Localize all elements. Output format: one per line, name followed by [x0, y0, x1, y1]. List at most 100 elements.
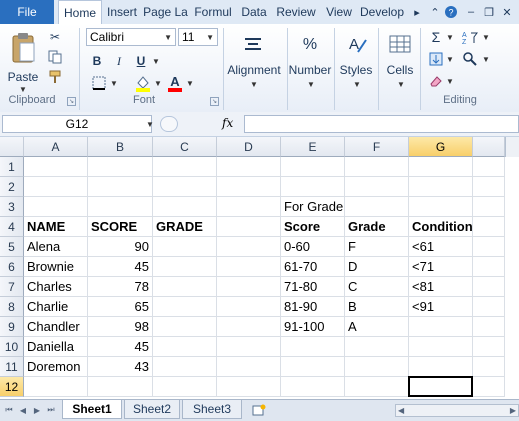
cell-partial[interactable]: [473, 257, 505, 277]
cell-a6[interactable]: Brownie: [24, 257, 88, 277]
sheet-tab-sheet1[interactable]: Sheet1: [62, 400, 122, 419]
fill-icon[interactable]: [428, 50, 444, 68]
cell-e6[interactable]: 61-70: [281, 257, 345, 277]
borders-icon[interactable]: [90, 74, 108, 92]
column-header-b[interactable]: B: [88, 137, 153, 157]
select-all-corner[interactable]: [0, 137, 24, 157]
cell-d2[interactable]: [217, 177, 281, 197]
row-header[interactable]: 1: [0, 157, 24, 177]
cell-b10[interactable]: 45: [88, 337, 153, 357]
cell-f1[interactable]: [345, 157, 409, 177]
cell-b11[interactable]: 43: [88, 357, 153, 377]
fill-dropdown-icon[interactable]: ▼: [446, 55, 454, 64]
prev-sheet-icon[interactable]: ◀: [18, 404, 28, 416]
cell-f3[interactable]: [345, 197, 409, 217]
row-header[interactable]: 2: [0, 177, 24, 197]
cell-f8[interactable]: B: [345, 297, 409, 317]
cell-c5[interactable]: [153, 237, 217, 257]
cells-dropdown-icon[interactable]: ▼: [397, 80, 405, 89]
cell-a8[interactable]: Charlie: [24, 297, 88, 317]
alignment-button[interactable]: Alignment: [226, 62, 282, 78]
row-header[interactable]: 10: [0, 337, 24, 357]
font-launcher-icon[interactable]: ↘: [210, 97, 219, 106]
scroll-right-icon[interactable]: ▶: [510, 406, 516, 415]
font-name-combo[interactable]: Calibri ▼: [86, 28, 176, 46]
cell-a3[interactable]: [24, 197, 88, 217]
window-minimize-icon[interactable]: –: [464, 5, 478, 19]
cell-g11[interactable]: [409, 357, 473, 377]
cell-f5[interactable]: F: [345, 237, 409, 257]
row-header[interactable]: 6: [0, 257, 24, 277]
cell-g8[interactable]: <91: [409, 297, 473, 317]
cell-d4[interactable]: [217, 217, 281, 237]
cell-d3[interactable]: [217, 197, 281, 217]
cell-c11[interactable]: [153, 357, 217, 377]
paste-button[interactable]: Paste: [6, 70, 40, 84]
worksheet-grid[interactable]: ABCDEFG 1 2 3 For Grade 4 NAME SCORE GRADE Score…: [0, 137, 519, 399]
cells-icon[interactable]: [386, 30, 414, 58]
sort-dropdown-icon[interactable]: ▼: [482, 33, 490, 42]
formula-input[interactable]: [244, 115, 519, 133]
insert-sheet-icon[interactable]: [252, 404, 266, 416]
scroll-left-icon[interactable]: ◀: [398, 406, 404, 415]
cell-a5[interactable]: Alena: [24, 237, 88, 257]
row-header[interactable]: 5: [0, 237, 24, 257]
chevron-down-icon[interactable]: ▼: [206, 33, 214, 42]
cell-g10[interactable]: [409, 337, 473, 357]
styles-button[interactable]: Styles: [336, 62, 376, 78]
autosum-dropdown-icon[interactable]: ▼: [446, 33, 454, 42]
cell-partial[interactable]: [473, 297, 505, 317]
formula-bar-splitter[interactable]: [160, 116, 178, 132]
cell-c6[interactable]: [153, 257, 217, 277]
cell-f12[interactable]: [345, 377, 409, 397]
cut-icon[interactable]: ✂: [46, 28, 64, 46]
styles-dropdown-icon[interactable]: ▼: [353, 80, 361, 89]
cell-g2[interactable]: [409, 177, 473, 197]
cell-g4[interactable]: Condition: [409, 217, 473, 237]
cell-g6[interactable]: <71: [409, 257, 473, 277]
cell-g1[interactable]: [409, 157, 473, 177]
sort-filter-icon[interactable]: AZ: [460, 28, 480, 46]
alignment-dropdown-icon[interactable]: ▼: [250, 80, 258, 89]
cell-e1[interactable]: [281, 157, 345, 177]
cell-partial[interactable]: [473, 217, 505, 237]
bold-button[interactable]: B: [88, 52, 106, 70]
last-sheet-icon[interactable]: ⏭: [46, 404, 56, 416]
file-tab[interactable]: File: [0, 0, 54, 24]
column-header-partial[interactable]: [473, 137, 505, 157]
insert-function-button[interactable]: fx: [222, 116, 233, 130]
cell-d7[interactable]: [217, 277, 281, 297]
sheet-tab-sheet3[interactable]: Sheet3: [182, 400, 242, 419]
cell-e5[interactable]: 0-60: [281, 237, 345, 257]
clear-dropdown-icon[interactable]: ▼: [446, 77, 454, 86]
cell-e4[interactable]: Score: [281, 217, 345, 237]
column-header-g[interactable]: G: [409, 137, 473, 157]
cell-f4[interactable]: Grade: [345, 217, 409, 237]
cell-g9[interactable]: [409, 317, 473, 337]
minimize-ribbon-icon[interactable]: ⌃: [428, 5, 442, 19]
font-color-icon[interactable]: A: [166, 73, 184, 93]
italic-button[interactable]: I: [110, 52, 128, 70]
cell-d6[interactable]: [217, 257, 281, 277]
cell-c7[interactable]: [153, 277, 217, 297]
column-header-f[interactable]: F: [345, 137, 409, 157]
tab-formulas[interactable]: Formul: [190, 0, 236, 24]
cell-c10[interactable]: [153, 337, 217, 357]
copy-icon[interactable]: [46, 48, 64, 66]
tab-review[interactable]: Review: [272, 0, 320, 24]
cell-a11[interactable]: Doremon: [24, 357, 88, 377]
tab-insert[interactable]: Insert: [103, 0, 141, 24]
cell-c2[interactable]: [153, 177, 217, 197]
name-box[interactable]: G12: [2, 115, 152, 133]
cell-a1[interactable]: [24, 157, 88, 177]
fill-color-dropdown-icon[interactable]: ▼: [154, 79, 162, 88]
cell-partial[interactable]: [473, 277, 505, 297]
find-select-icon[interactable]: [460, 50, 480, 68]
cell-c3[interactable]: [153, 197, 217, 217]
underline-button[interactable]: U: [132, 52, 150, 70]
cell-c12[interactable]: [153, 377, 217, 397]
first-sheet-icon[interactable]: ⏮: [4, 404, 14, 416]
cell-c1[interactable]: [153, 157, 217, 177]
cell-partial[interactable]: [473, 197, 505, 217]
number-button[interactable]: Number: [288, 62, 332, 78]
